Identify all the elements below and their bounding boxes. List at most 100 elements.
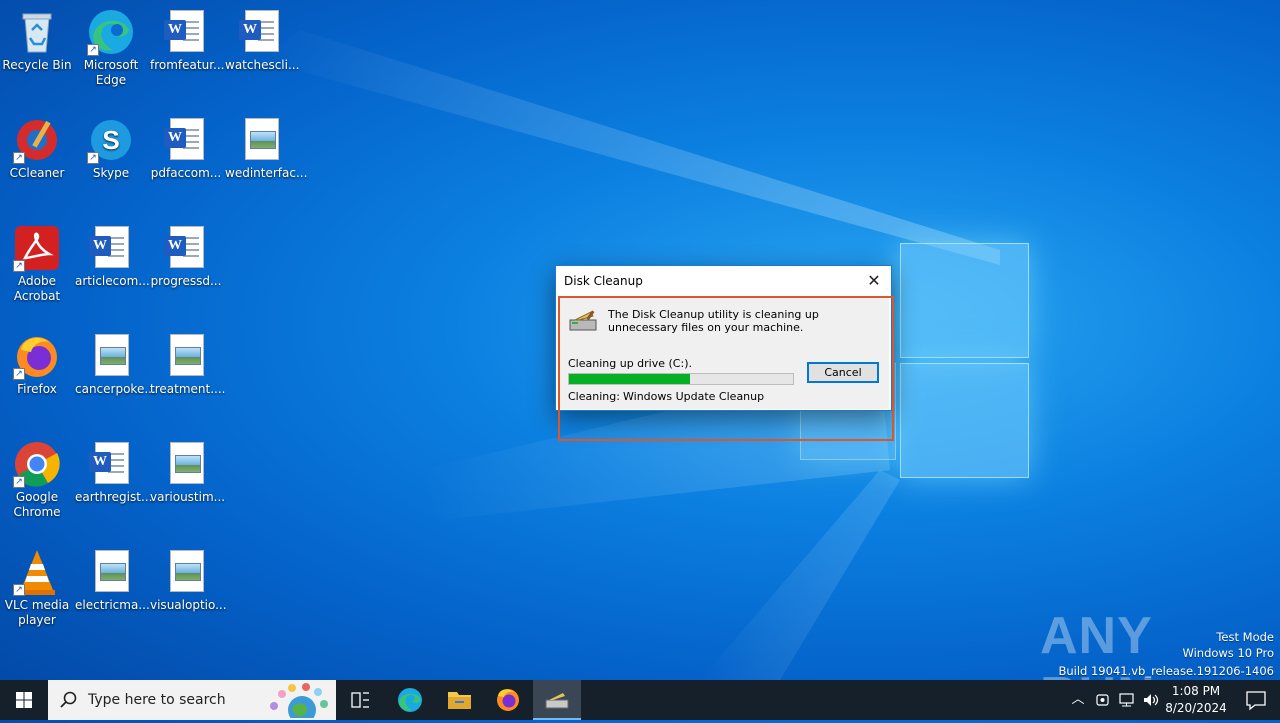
desktop-icon-image-file[interactable]: electricma... <box>74 548 150 613</box>
desktop-icon-word-doc[interactable]: W articlecom... <box>74 224 150 289</box>
notification-icon <box>1246 691 1266 711</box>
action-center-button[interactable] <box>1232 680 1280 720</box>
desktop-icon-recycle-bin[interactable]: Recycle Bin <box>0 8 74 73</box>
desktop-icon-word-doc[interactable]: W earthregist... <box>74 440 153 505</box>
recycle-bin-icon <box>13 8 61 56</box>
desktop-icon-vlc[interactable]: ↗ VLC media player <box>0 548 74 628</box>
vlc-icon: ↗ <box>13 548 61 596</box>
search-highlight-illustration <box>270 683 328 718</box>
clock-date: 8/20/2024 <box>1165 701 1227 715</box>
disk-cleanup-drive-icon <box>569 310 599 332</box>
image-file-icon <box>87 548 135 596</box>
taskbar-firefox-button[interactable] <box>484 680 532 720</box>
shortcut-arrow-icon: ↗ <box>13 584 25 596</box>
status-label: Cleaning up drive (C:). <box>568 357 692 370</box>
disk-cleanup-icon <box>545 693 569 709</box>
desktop-icon-skype[interactable]: S ↗ Skype <box>74 116 148 181</box>
desktop-icon-adobe-acrobat[interactable]: ↗ Adobe Acrobat <box>0 224 74 304</box>
desktop-icon-label: Microsoft Edge <box>83 58 139 87</box>
desktop-icon-label: earthregist... <box>75 490 153 504</box>
desktop-icon-label: articlecom... <box>75 274 150 288</box>
word-document-icon: W <box>87 440 135 488</box>
cleaning-label: Cleaning: <box>568 390 620 403</box>
desktop-icon-word-doc[interactable]: W progressd... <box>149 224 223 289</box>
desktop-icon-label: Skype <box>92 166 130 180</box>
desktop-icon-image-file[interactable]: treatment.... <box>149 332 226 397</box>
shortcut-arrow-icon: ↗ <box>13 476 25 488</box>
word-document-icon: W <box>162 224 210 272</box>
network-icon[interactable] <box>1117 690 1137 710</box>
desktop-icon-word-doc[interactable]: W watchescli... <box>224 8 300 73</box>
desktop-icon-microsoft-edge[interactable]: ↗ Microsoft Edge <box>74 8 148 88</box>
desktop-icon-image-file[interactable]: varioustim... <box>149 440 225 505</box>
close-icon[interactable]: ✕ <box>857 266 891 296</box>
start-button[interactable] <box>0 680 48 720</box>
task-view-button[interactable] <box>336 680 384 720</box>
search-placeholder: Type here to search <box>88 692 226 708</box>
desktop-icon-label: treatment.... <box>150 382 226 396</box>
desktop-icon-label: Recycle Bin <box>2 58 72 72</box>
chrome-icon: ↗ <box>13 440 61 488</box>
word-document-icon: W <box>237 8 285 56</box>
desktop-icon-label: watchescli... <box>225 58 300 72</box>
desktop-icon-word-doc[interactable]: W fromfeatur... <box>149 8 225 73</box>
image-file-icon <box>87 332 135 380</box>
edge-icon <box>398 688 422 712</box>
taskbar-search-box[interactable]: Type here to search <box>48 680 336 720</box>
cancel-button[interactable]: Cancel <box>807 362 879 383</box>
shortcut-arrow-icon: ↗ <box>87 44 99 56</box>
chevron-up-icon[interactable]: ︿ <box>1068 690 1088 710</box>
desktop-icon-label: progressd... <box>150 274 222 288</box>
image-file-icon <box>237 116 285 164</box>
disk-cleanup-dialog: Disk Cleanup ✕ The Disk Cleanup utility … <box>555 265 892 411</box>
file-explorer-icon <box>448 692 471 709</box>
task-view-icon <box>351 692 369 708</box>
skype-icon: S ↗ <box>87 116 135 164</box>
desktop-icon-label: pdfaccom... <box>150 166 222 180</box>
progress-bar-fill <box>569 374 690 384</box>
clock-time: 1:08 PM <box>1171 684 1221 698</box>
desktop-icon-ccleaner[interactable]: ↗ CCleaner <box>0 116 74 181</box>
cleaning-value: Windows Update Cleanup <box>623 390 765 403</box>
dialog-title: Disk Cleanup <box>564 274 643 288</box>
taskbar-file-explorer-button[interactable] <box>435 680 483 720</box>
taskbar: Type here to search ︿ 1:08 PM 8/20/2024 <box>0 680 1280 720</box>
desktop: Recycle Bin ↗ CCleaner ↗ Adobe Acrobat ↗… <box>0 0 1280 680</box>
test-mode-text: Test Mode <box>1216 630 1274 644</box>
progress-bar <box>568 373 794 385</box>
dialog-titlebar[interactable]: Disk Cleanup ✕ <box>556 266 891 296</box>
windows-start-icon <box>16 692 32 708</box>
shortcut-arrow-icon: ↗ <box>87 152 99 164</box>
acrobat-icon: ↗ <box>13 224 61 272</box>
desktop-icon-label: fromfeatur... <box>150 58 225 72</box>
word-document-icon: W <box>87 224 135 272</box>
build-text: Build 19041.vb_release.191206-1406 <box>1058 664 1274 678</box>
desktop-icon-image-file[interactable]: visualoptio... <box>149 548 227 613</box>
dialog-message: The Disk Cleanup utility is cleaning up … <box>608 308 819 334</box>
taskbar-clock[interactable]: 1:08 PM 8/20/2024 <box>1160 683 1232 717</box>
dialog-body: The Disk Cleanup utility is cleaning up … <box>558 297 889 409</box>
shortcut-arrow-icon: ↗ <box>13 260 25 272</box>
firefox-icon: ↗ <box>13 332 61 380</box>
image-file-icon <box>162 548 210 596</box>
image-file-icon <box>162 332 210 380</box>
desktop-icon-google-chrome[interactable]: ↗ Google Chrome <box>0 440 74 520</box>
desktop-icon-label: Adobe Acrobat <box>13 274 61 303</box>
desktop-icon-label: Firefox <box>17 382 57 396</box>
windows-logo-pane <box>900 363 1029 478</box>
desktop-icon-word-doc[interactable]: W pdfaccom... <box>149 116 223 181</box>
taskbar-disk-cleanup-button[interactable] <box>533 680 581 720</box>
desktop-icon-firefox[interactable]: ↗ Firefox <box>0 332 74 397</box>
windows-edition-text: Windows 10 Pro <box>1182 646 1274 660</box>
desktop-icon-label: Google Chrome <box>13 490 61 519</box>
desktop-icon-label: visualoptio... <box>150 598 227 612</box>
shortcut-arrow-icon: ↗ <box>13 368 25 380</box>
desktop-icon-image-file[interactable]: cancerpoke... <box>74 332 156 397</box>
desktop-icon-image-file[interactable]: wedinterfac... <box>224 116 307 181</box>
taskbar-edge-button[interactable] <box>386 680 434 720</box>
shortcut-arrow-icon: ↗ <box>13 152 25 164</box>
volume-icon[interactable] <box>1141 690 1161 710</box>
meet-now-icon[interactable] <box>1093 690 1113 710</box>
firefox-icon <box>497 689 519 711</box>
word-document-icon: W <box>162 8 210 56</box>
